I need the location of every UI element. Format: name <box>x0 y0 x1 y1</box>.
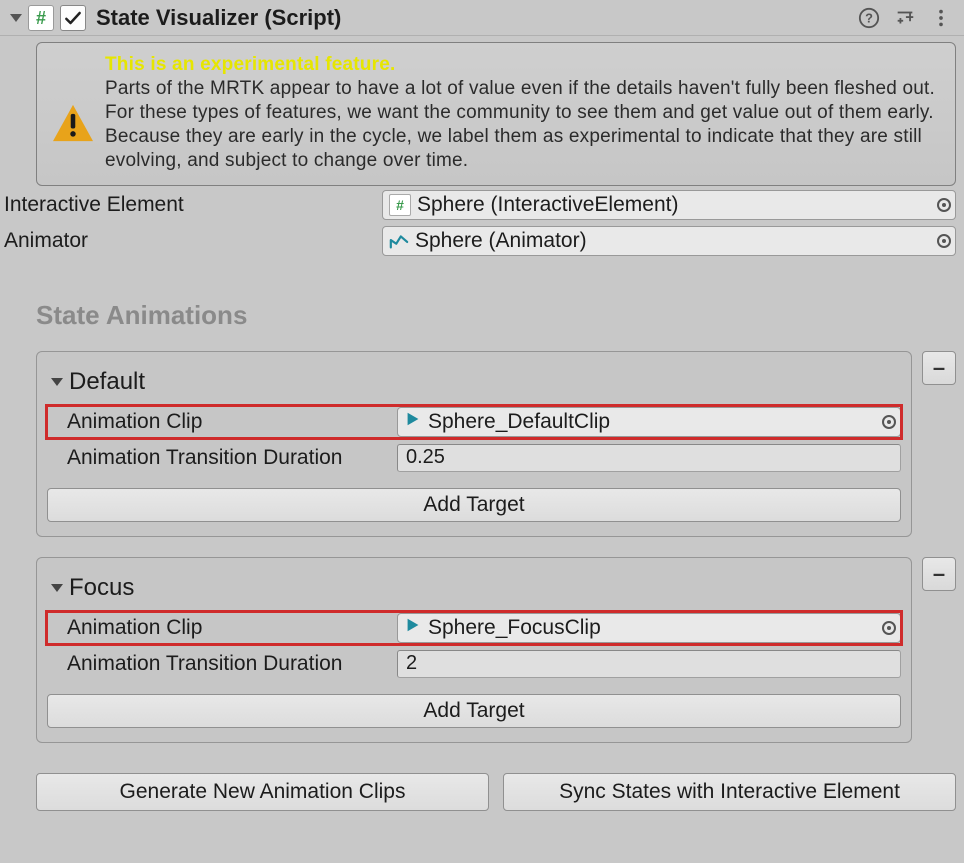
foldout-caret-icon[interactable] <box>10 14 22 22</box>
object-picker-icon[interactable] <box>882 415 896 429</box>
animation-clip-value: Sphere_DefaultClip <box>428 410 876 434</box>
animation-clip-label: Animation Clip <box>67 410 397 434</box>
transition-duration-label: Animation Transition Duration <box>67 446 397 470</box>
animation-clip-label: Animation Clip <box>67 616 397 640</box>
object-picker-icon[interactable] <box>937 198 951 212</box>
animator-field[interactable]: Sphere (Animator) <box>382 226 956 256</box>
enabled-checkbox[interactable] <box>60 5 86 31</box>
transition-duration-field-focus[interactable]: 2 <box>397 650 901 678</box>
foldout-caret-icon <box>51 378 63 386</box>
sync-states-button[interactable]: Sync States with Interactive Element <box>503 773 956 811</box>
script-mini-icon: # <box>389 194 411 216</box>
state-foldout-focus[interactable]: Focus <box>47 568 901 612</box>
interactive-element-field[interactable]: # Sphere (InteractiveElement) <box>382 190 956 220</box>
preset-icon[interactable] <box>894 7 916 29</box>
remove-state-button-focus[interactable]: – <box>922 557 956 591</box>
script-icon: # <box>28 5 54 31</box>
state-animations-heading: State Animations <box>36 300 956 331</box>
animation-clip-field-focus[interactable]: Sphere_FocusClip <box>397 613 901 643</box>
warning-icon <box>51 73 95 173</box>
state-name: Focus <box>69 574 134 602</box>
object-picker-icon[interactable] <box>882 621 896 635</box>
help-icon[interactable]: ? <box>858 7 880 29</box>
animator-value: Sphere (Animator) <box>415 229 931 253</box>
experimental-warning: This is an experimental feature. Parts o… <box>36 42 956 186</box>
animation-clip-field-default[interactable]: Sphere_DefaultClip <box>397 407 901 437</box>
clip-icon <box>404 616 422 640</box>
transition-duration-label: Animation Transition Duration <box>67 652 397 676</box>
interactive-element-label: Interactive Element <box>4 193 382 217</box>
component-title: State Visualizer (Script) <box>96 5 852 31</box>
experimental-body: Parts of the MRTK appear to have a lot o… <box>105 78 935 171</box>
state-panel-focus: Focus Animation Clip Sphere_FocusClip An… <box>36 557 912 743</box>
remove-state-button-default[interactable]: – <box>922 351 956 385</box>
animator-label: Animator <box>4 229 382 253</box>
animator-mini-icon <box>389 231 409 251</box>
object-picker-icon[interactable] <box>937 234 951 248</box>
animation-clip-value: Sphere_FocusClip <box>428 616 876 640</box>
add-target-button-default[interactable]: Add Target <box>47 488 901 522</box>
svg-text:?: ? <box>865 10 873 25</box>
clip-icon <box>404 410 422 434</box>
foldout-caret-icon <box>51 584 63 592</box>
interactive-element-value: Sphere (InteractiveElement) <box>417 193 931 217</box>
component-header[interactable]: # State Visualizer (Script) ? <box>0 0 964 36</box>
experimental-heading: This is an experimental feature. <box>105 54 395 75</box>
state-name: Default <box>69 368 145 396</box>
add-target-button-focus[interactable]: Add Target <box>47 694 901 728</box>
generate-clips-button[interactable]: Generate New Animation Clips <box>36 773 489 811</box>
context-menu-icon[interactable] <box>930 7 952 29</box>
state-foldout-default[interactable]: Default <box>47 362 901 406</box>
state-panel-default: Default Animation Clip Sphere_DefaultCli… <box>36 351 912 537</box>
transition-duration-field-default[interactable]: 0.25 <box>397 444 901 472</box>
